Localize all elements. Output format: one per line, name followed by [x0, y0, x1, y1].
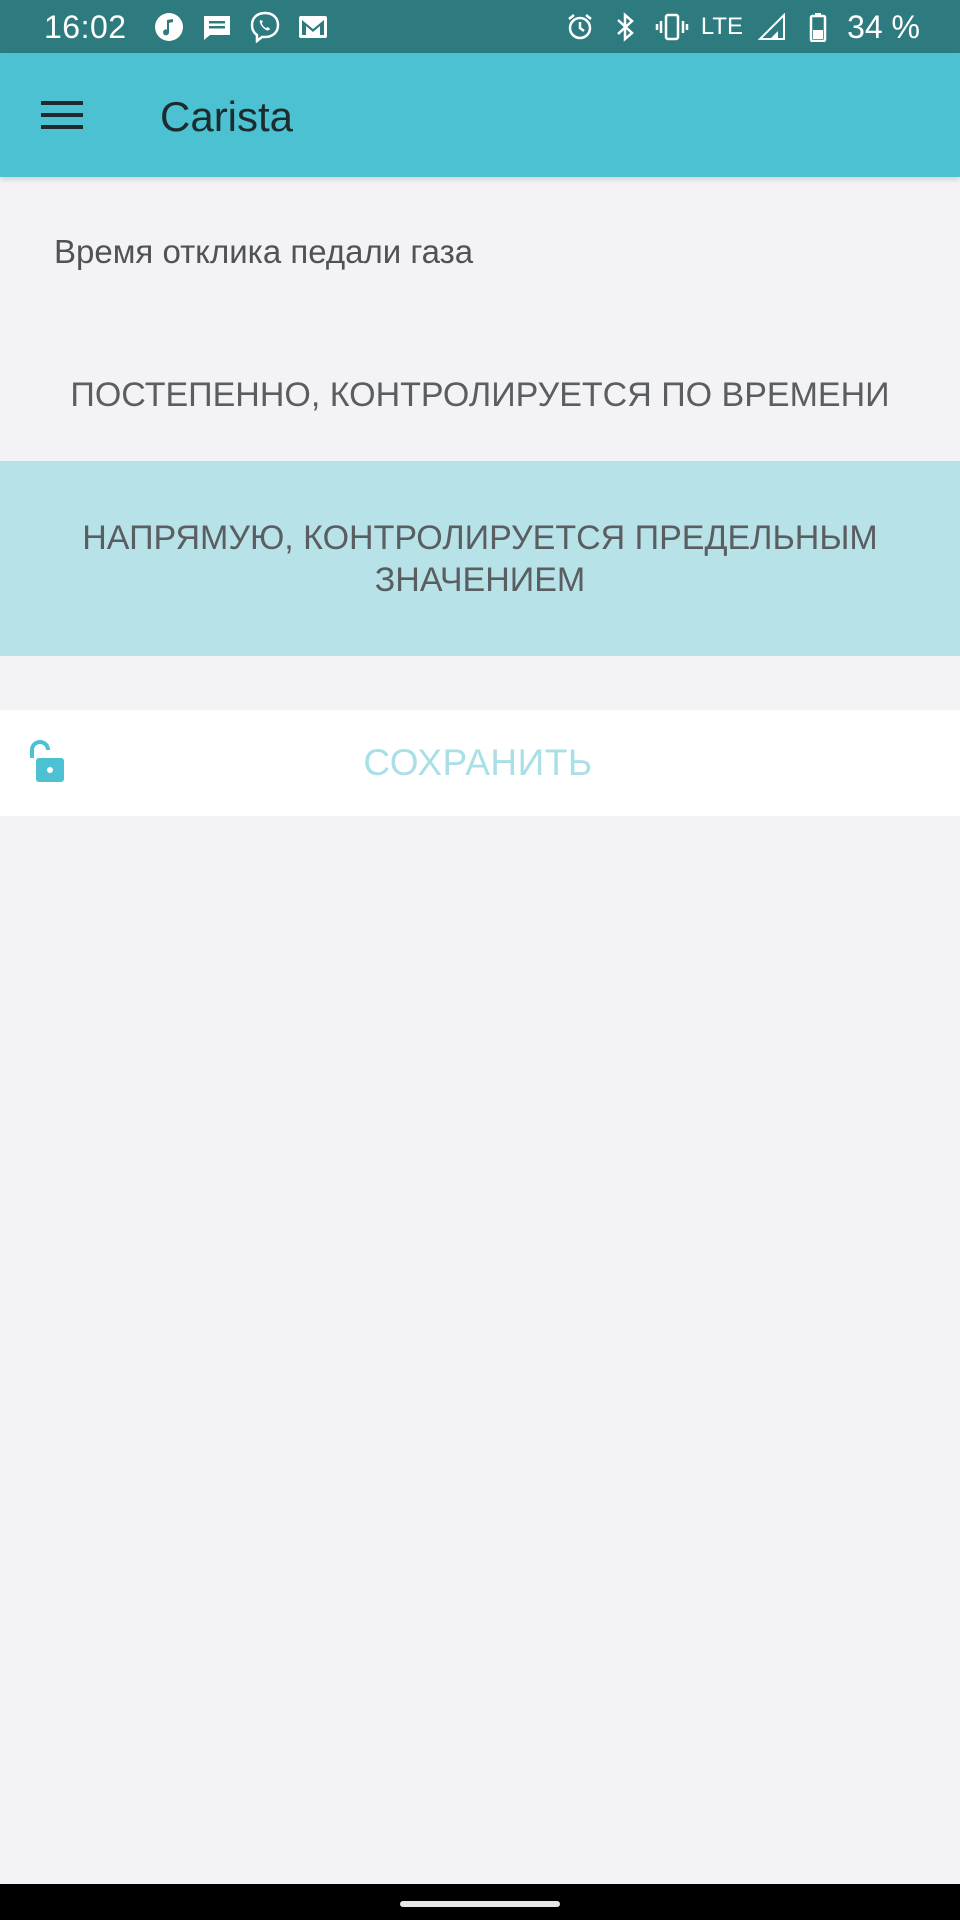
status-bar: 16:02 LTE 34 % — [0, 0, 960, 53]
battery-level: 34 % — [847, 9, 920, 45]
hamburger-menu-icon — [41, 101, 83, 129]
notification-icons — [152, 10, 330, 44]
signal-icon — [755, 10, 789, 44]
option-direct-selected[interactable]: НАПРЯМУЮ, КОНТРОЛИРУЕТСЯ ПРЕДЕЛЬНЫМ ЗНАЧ… — [0, 461, 960, 656]
option-label: ПОСТЕПЕННО, КОНТРОЛИРУЕТСЯ ПО ВРЕМЕНИ — [70, 376, 890, 414]
bluetooth-icon — [609, 10, 643, 44]
viber-icon — [248, 10, 282, 44]
unlocked-padlock-icon[interactable] — [26, 740, 66, 786]
app-bar: Carista — [0, 53, 960, 177]
gmail-icon — [296, 10, 330, 44]
save-button[interactable]: СОХРАНИТЬ — [240, 710, 716, 816]
option-label: НАПРЯМУЮ, КОНТРОЛИРУЕТСЯ ПРЕДЕЛЬНЫМ ЗНАЧ… — [82, 518, 878, 599]
network-type: LTE — [700, 13, 744, 40]
setting-title: Время отклика педали газа — [54, 233, 474, 270]
system-status: LTE 34 % — [563, 8, 920, 46]
option-gradual[interactable]: ПОСТЕПЕННО, КОНТРОЛИРУЕТСЯ ПО ВРЕМЕНИ — [0, 330, 960, 460]
alarm-icon — [563, 10, 597, 44]
message-icon — [200, 10, 234, 44]
music-icon — [152, 10, 186, 44]
navigation-bar — [0, 1884, 960, 1920]
app-title: Carista — [160, 93, 294, 140]
save-bar: СОХРАНИТЬ — [0, 710, 960, 816]
home-gesture-handle[interactable] — [400, 1901, 560, 1907]
battery-icon — [801, 10, 835, 44]
menu-button[interactable] — [26, 79, 98, 151]
status-time: 16:02 — [44, 9, 127, 45]
vibrate-icon — [655, 10, 689, 44]
